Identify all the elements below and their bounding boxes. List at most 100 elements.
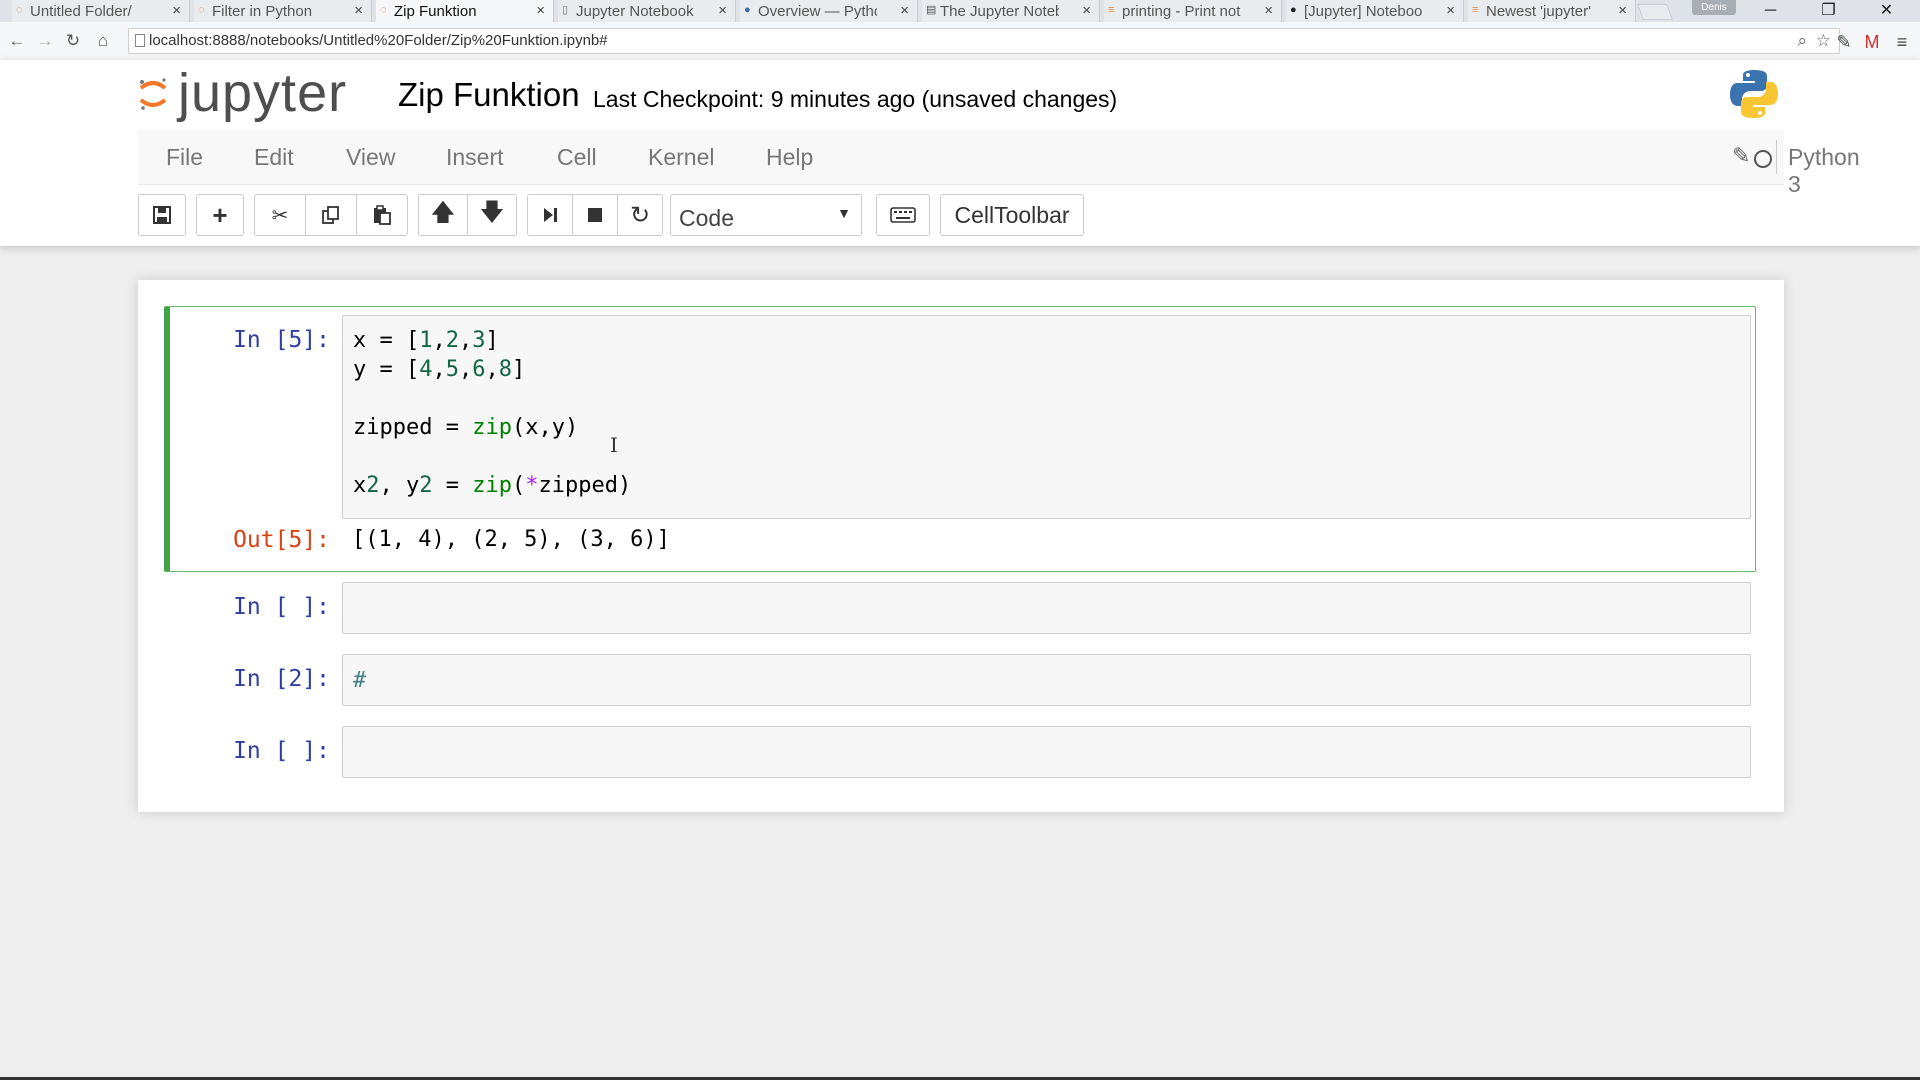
restart-kernel-button[interactable]: ↻ <box>617 194 663 236</box>
home-icon[interactable]: ⌂ <box>92 30 114 52</box>
code-content[interactable] <box>343 583 1750 605</box>
jupyter-favicon-icon: ◌ <box>380 4 387 16</box>
code-cell[interactable]: In [ ]: <box>164 580 1756 640</box>
zoom-icon[interactable]: ⌕ <box>1797 31 1807 51</box>
window-close-icon[interactable]: ✕ <box>1864 0 1909 22</box>
browser-tab-strip: ◌ Untitled Folder/ × ◌ Filter in Python … <box>0 0 1920 22</box>
code-line: y = [4,5,6,8] <box>353 357 526 382</box>
cell-output: [(1, 4), (2, 5), (3, 6)] <box>352 527 670 552</box>
browser-tab[interactable]: ◌ Untitled Folder/ × <box>12 0 190 22</box>
book-favicon-icon: ▤ <box>926 4 937 16</box>
close-icon[interactable]: × <box>1082 2 1091 19</box>
new-tab-button[interactable] <box>1637 4 1673 20</box>
code-content[interactable]: x = [1,2,3] y = [4,5,6,8] zipped = zip(x… <box>343 316 1750 510</box>
cell-type-value: Code <box>679 205 734 231</box>
url-text[interactable]: localhost:8888/notebooks/Untitled%20Fold… <box>149 32 608 49</box>
back-arrow-icon[interactable]: ← <box>6 30 28 52</box>
kernel-name[interactable]: Python 3 <box>1788 144 1860 198</box>
browser-tab[interactable]: ≡ Newest 'jupyter' Q × <box>1468 0 1636 22</box>
menubar: File Edit View Insert Cell Kernel Help ✎… <box>138 130 1860 197</box>
input-prompt: In [ ]: <box>233 594 330 620</box>
close-icon[interactable]: × <box>1618 2 1627 19</box>
close-icon[interactable]: × <box>172 2 181 19</box>
code-content[interactable] <box>343 727 1750 749</box>
menu-file[interactable]: File <box>166 144 203 171</box>
browser-tab-label: The Jupyter Noteb <box>940 2 1059 20</box>
browser-tab-active[interactable]: ◌ Zip Funktion × <box>376 0 554 22</box>
python-favicon-icon: ● <box>744 4 751 16</box>
menu-insert[interactable]: Insert <box>446 144 504 171</box>
browser-tab[interactable]: ● [Jupyter] Noteboo × <box>1286 0 1464 22</box>
python-logo-icon <box>1730 70 1778 118</box>
interrupt-kernel-button[interactable] <box>572 194 618 236</box>
code-cell[interactable]: In [ ]: <box>164 724 1756 784</box>
code-cell-selected[interactable]: In [5]: x = [1,2,3] y = [4,5,6,8] zipped… <box>164 306 1756 572</box>
jupyter-logo[interactable]: jupyter <box>134 63 374 123</box>
menu-cell[interactable]: Cell <box>557 144 597 171</box>
restore-icon[interactable]: ❐ <box>1806 0 1851 22</box>
kernel-idle-indicator-icon <box>1754 150 1772 168</box>
code-editor[interactable]: x = [1,2,3] y = [4,5,6,8] zipped = zip(x… <box>342 315 1751 519</box>
cell-type-select[interactable]: Code ▼ <box>670 194 862 236</box>
menu-edit[interactable]: Edit <box>254 144 294 171</box>
minimize-icon[interactable]: ─ <box>1748 0 1793 22</box>
close-icon[interactable]: × <box>900 2 909 19</box>
refresh-icon: ↻ <box>629 201 651 229</box>
input-prompt: In [5]: <box>233 327 330 353</box>
gmail-icon[interactable]: M <box>1860 30 1884 54</box>
code-content[interactable]: # <box>343 655 1750 706</box>
close-icon[interactable]: × <box>718 2 727 19</box>
code-cell[interactable]: In [2]: # <box>164 652 1756 712</box>
browser-tab[interactable]: ● Overview — Python × <box>740 0 918 22</box>
kernel-divider <box>1776 140 1777 174</box>
url-field[interactable]: localhost:8888/notebooks/Untitled%20Fold… <box>128 28 1840 54</box>
cut-button[interactable]: ✂ <box>254 194 306 236</box>
code-line: x = [1,2,3] <box>353 328 499 353</box>
code-line: x2, y2 = zip(*zipped) <box>353 473 632 498</box>
menu-view[interactable]: View <box>346 144 395 171</box>
profile-badge[interactable]: Denis <box>1692 0 1736 15</box>
close-icon[interactable]: × <box>1264 2 1273 19</box>
close-icon[interactable]: × <box>1446 2 1455 19</box>
close-icon[interactable]: × <box>536 2 545 19</box>
browser-tab-label: Untitled Folder/ <box>30 2 132 20</box>
browser-menu-icon[interactable]: ≡ <box>1890 30 1914 54</box>
save-button[interactable] <box>138 194 186 236</box>
browser-tab[interactable]: ▤ The Jupyter Noteb × <box>922 0 1100 22</box>
close-icon[interactable]: × <box>354 2 363 19</box>
paste-icon <box>374 205 391 225</box>
extension-icon[interactable]: ✎ <box>1832 30 1856 54</box>
celltoolbar-label: CellToolbar <box>954 201 1070 228</box>
reload-icon[interactable]: ↻ <box>62 30 84 52</box>
command-palette-button[interactable] <box>876 194 930 236</box>
insert-cell-below-button[interactable]: + <box>196 194 244 236</box>
celltoolbar-button[interactable]: CellToolbar <box>940 194 1084 236</box>
move-cell-down-button[interactable]: 🡇 <box>467 194 517 236</box>
paste-button[interactable] <box>356 194 408 236</box>
browser-tab[interactable]: ≡ printing - Print not × <box>1104 0 1282 22</box>
notebook-title[interactable]: Zip Funktion <box>398 76 580 114</box>
copy-button[interactable] <box>305 194 357 236</box>
menu-help[interactable]: Help <box>766 144 813 171</box>
code-editor[interactable]: # <box>342 654 1751 706</box>
forward-arrow-icon[interactable]: → <box>34 30 56 52</box>
browser-address-bar: ← → ↻ ⌂ localhost:8888/notebooks/Untitle… <box>0 22 1920 61</box>
plus-icon: + <box>212 199 228 230</box>
move-cell-up-button[interactable]: 🡅 <box>418 194 468 236</box>
jupyter-logo-icon <box>139 78 167 110</box>
code-editor[interactable] <box>342 726 1751 778</box>
menu-kernel[interactable]: Kernel <box>648 144 714 171</box>
chevron-down-icon: ▼ <box>837 205 851 221</box>
jupyter-logo-text: jupyter <box>178 63 348 123</box>
code-editor[interactable] <box>342 582 1751 634</box>
step-forward-icon <box>544 208 557 222</box>
browser-tab[interactable]: ◌ Filter in Python × <box>194 0 372 22</box>
page-favicon-icon: ▯ <box>562 4 569 16</box>
bookmark-star-icon[interactable]: ☆ <box>1816 31 1831 51</box>
browser-tab[interactable]: ▯ Jupyter Notebook × <box>558 0 736 22</box>
github-favicon-icon: ● <box>1290 4 1297 16</box>
stackoverflow-favicon-icon: ≡ <box>1108 4 1115 16</box>
run-cell-button[interactable] <box>527 194 573 236</box>
keyboard-icon <box>890 207 916 223</box>
notebook-container: In [5]: x = [1,2,3] y = [4,5,6,8] zipped… <box>138 280 1784 812</box>
